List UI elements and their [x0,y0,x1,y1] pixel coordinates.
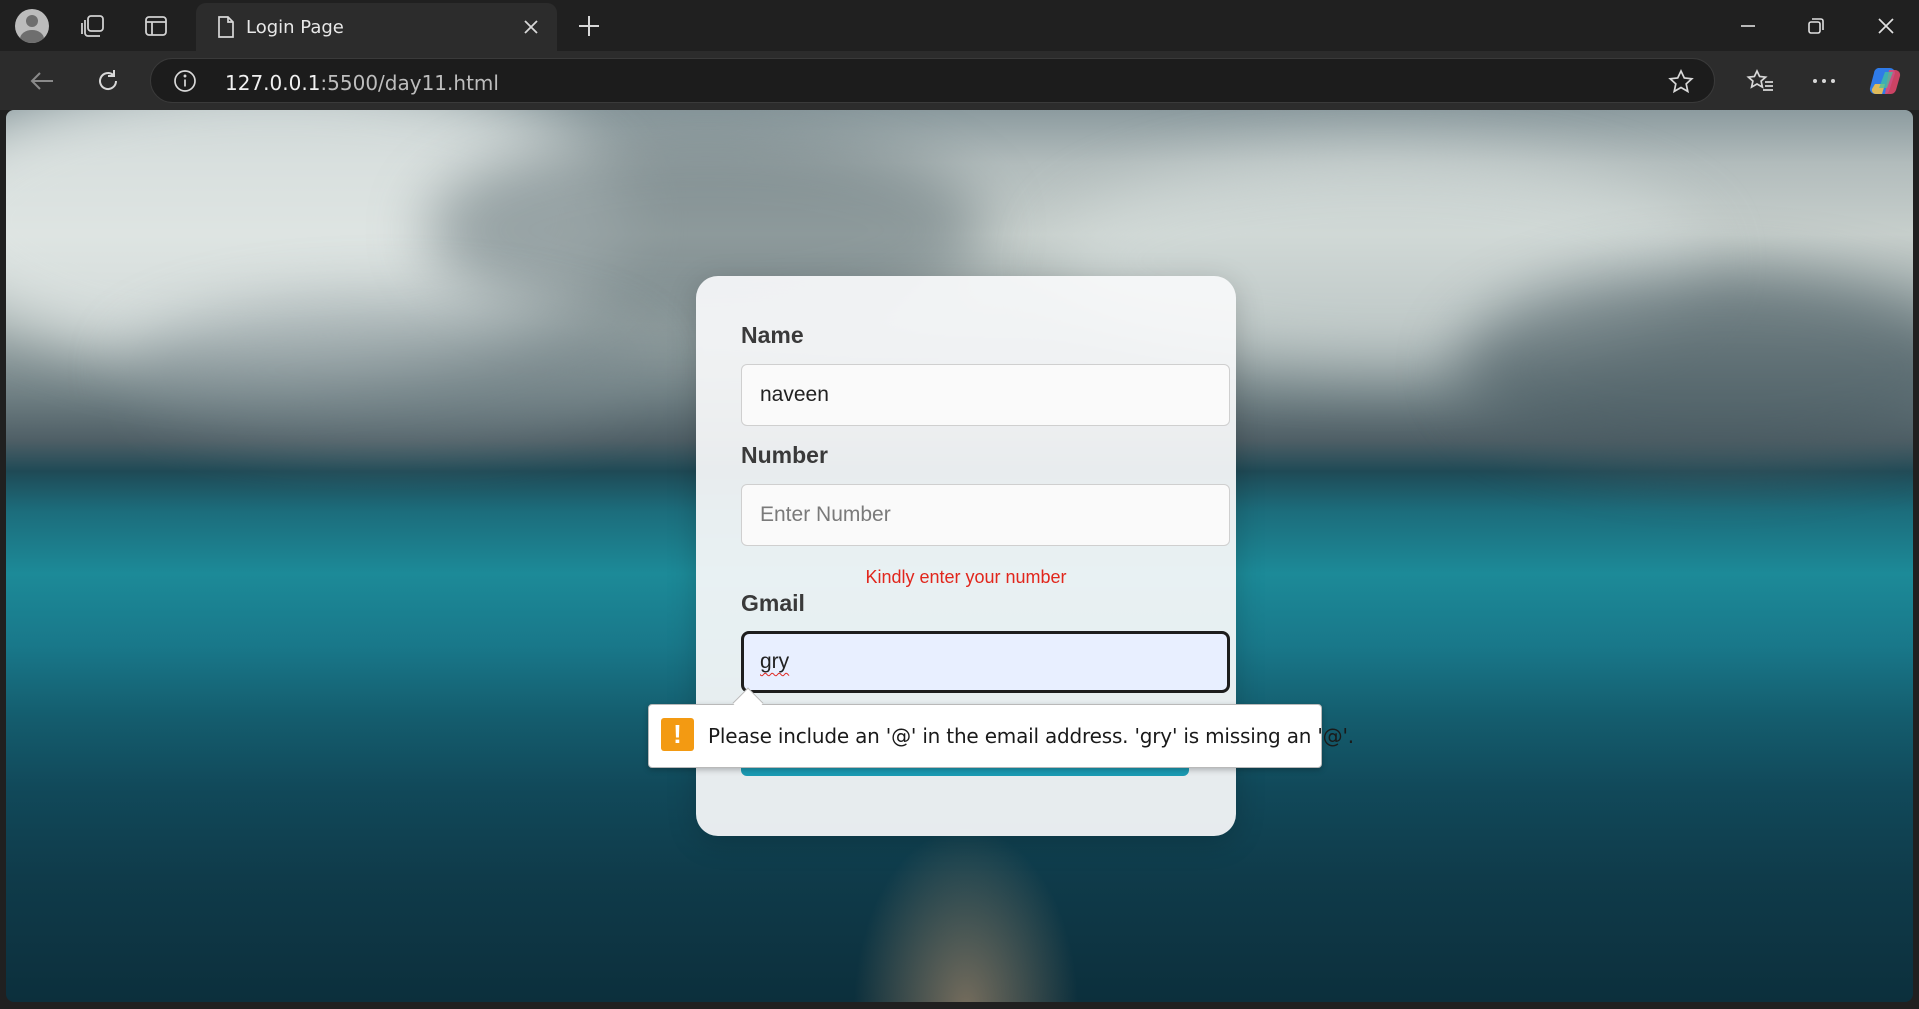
restore-icon[interactable] [1788,6,1844,46]
new-tab-icon[interactable] [571,8,607,44]
workspaces-icon[interactable] [75,8,111,44]
page-icon [216,15,236,44]
gmail-input-value: gry [760,650,790,673]
tab-title: Login Page [246,17,344,38]
page-viewport: Name naveen Number Enter Number Kindly e… [6,110,1913,1002]
site-info-icon[interactable] [173,69,197,98]
tab-login-page[interactable]: Login Page [196,3,557,51]
back-icon[interactable] [24,63,60,99]
url-text[interactable]: 127.0.0.1:5500/day11.html [225,71,499,95]
name-input[interactable]: naveen [741,364,1230,426]
favorites-icon[interactable] [1742,63,1778,99]
validation-message: Please include an '@' in the email addre… [708,724,1354,748]
window-close-icon[interactable] [1858,6,1914,46]
validation-tooltip: ! Please include an '@' in the email add… [648,687,1354,768]
minimize-icon[interactable] [1720,6,1776,46]
reload-icon[interactable] [90,63,126,99]
profile-avatar-icon[interactable] [14,8,50,44]
navigation-bar: 127.0.0.1:5500/day11.html [0,51,1919,110]
name-label: Name [741,322,804,348]
number-error-text: Kindly enter your number [865,567,1067,587]
tab-close-icon[interactable] [517,13,545,41]
title-bar: Login Page [0,0,1919,51]
gmail-label: Gmail [741,590,805,616]
number-label: Number [741,442,828,468]
number-input[interactable]: Enter Number [741,484,1230,546]
tab-actions-icon[interactable] [138,8,174,44]
warning-icon: ! [661,718,694,751]
gmail-input[interactable]: gry [741,631,1230,693]
more-options-icon[interactable] [1806,63,1842,99]
favorite-star-icon[interactable] [1668,69,1694,100]
background-cloud [126,300,646,440]
address-bar[interactable]: 127.0.0.1:5500/day11.html [150,58,1715,103]
copilot-icon[interactable] [1868,63,1904,99]
